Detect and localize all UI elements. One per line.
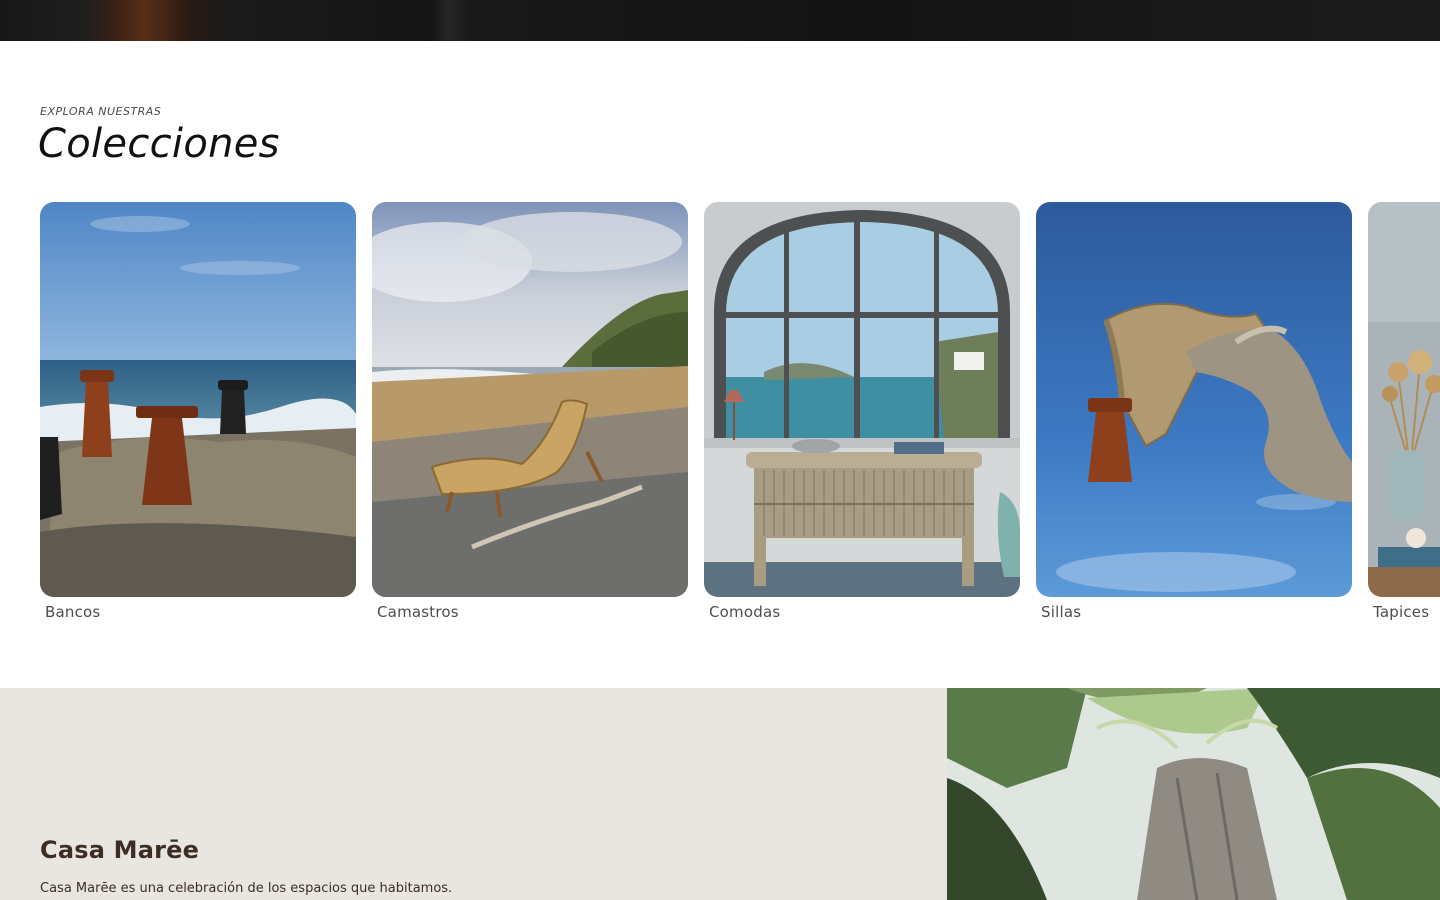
collection-card-camastros[interactable]: Camastros: [372, 202, 688, 621]
about-section: Casa Marēe Casa Marēe es una celebración…: [0, 688, 947, 900]
collection-card-tapices[interactable]: Tapices: [1368, 202, 1440, 621]
collections-title: Colecciones: [38, 121, 280, 167]
about-description: Casa Marēe es una celebración de los esp…: [40, 881, 453, 896]
collection-card-comodas[interactable]: Comodas: [704, 202, 1020, 621]
camastros-image[interactable]: [372, 202, 688, 597]
collection-card-sillas[interactable]: Sillas: [1036, 202, 1352, 621]
sillas-image[interactable]: [1036, 202, 1352, 597]
collections-section: EXPLORA NUESTRAS Colecciones Bancos Cama…: [0, 41, 1440, 688]
bancos-image[interactable]: [40, 202, 356, 597]
comodas-image[interactable]: [704, 202, 1020, 597]
collection-label[interactable]: Tapices: [1373, 603, 1440, 621]
collection-label[interactable]: Camastros: [377, 603, 688, 621]
about-title: Casa Marēe: [40, 836, 200, 864]
collection-label[interactable]: Sillas: [1041, 603, 1352, 621]
collections-eyebrow: EXPLORA NUESTRAS: [40, 105, 162, 118]
collection-card-bancos[interactable]: Bancos: [40, 202, 356, 621]
palm-trees-image: [947, 688, 1440, 900]
collection-label[interactable]: Bancos: [45, 603, 356, 621]
hero-image-strip: [0, 0, 1440, 41]
collection-label[interactable]: Comodas: [709, 603, 1020, 621]
tapices-image[interactable]: [1368, 202, 1440, 597]
